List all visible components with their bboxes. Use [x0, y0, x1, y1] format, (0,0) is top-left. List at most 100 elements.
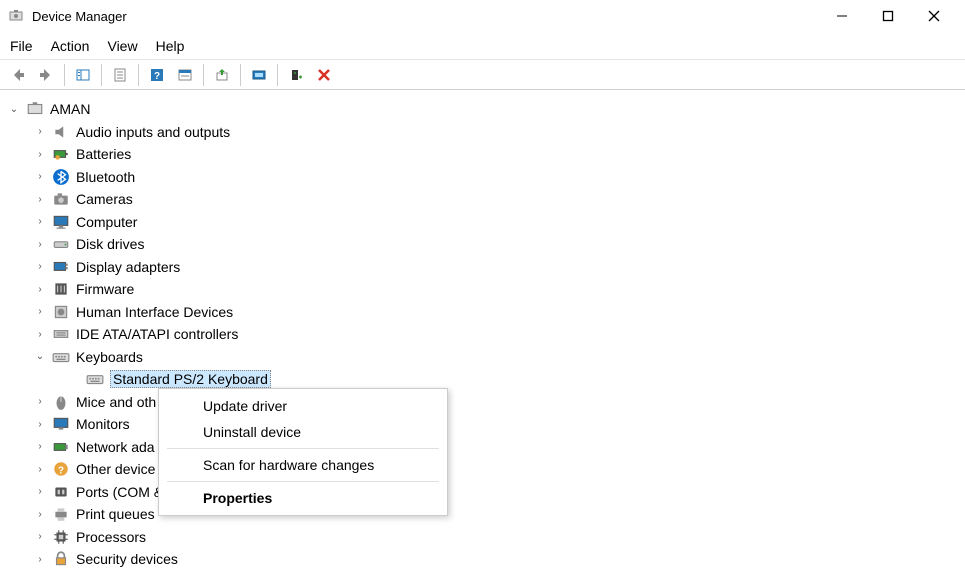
keyboard-icon	[86, 370, 104, 388]
tree-item-label-selected: Standard PS/2 Keyboard	[110, 370, 271, 388]
chevron-right-icon[interactable]: ›	[34, 238, 46, 250]
chevron-right-icon[interactable]: ›	[34, 216, 46, 228]
tree-item-ide[interactable]: › IDE ATA/ATAPI controllers	[6, 323, 965, 346]
chevron-right-icon[interactable]: ›	[34, 126, 46, 138]
tree-item-label: Firmware	[76, 281, 134, 297]
help-button[interactable]: ?	[143, 63, 171, 87]
ctx-separator	[167, 448, 439, 449]
printer-icon	[52, 505, 70, 523]
tree-item-monitors[interactable]: › Monitors	[6, 413, 965, 436]
computer-icon	[26, 100, 44, 118]
minimize-button[interactable]	[819, 0, 865, 32]
tree-item-disk[interactable]: › Disk drives	[6, 233, 965, 256]
tree-item-network[interactable]: › Network ada	[6, 436, 965, 459]
tree-item-label: Human Interface Devices	[76, 304, 233, 320]
chevron-right-icon[interactable]: ›	[34, 171, 46, 183]
show-hide-tree-button[interactable]	[69, 63, 97, 87]
window-controls	[819, 0, 957, 32]
add-hardware-button[interactable]	[282, 63, 310, 87]
desktop-icon	[52, 213, 70, 231]
chevron-right-icon[interactable]: ›	[34, 261, 46, 273]
tree-item-mice[interactable]: › Mice and oth	[6, 391, 965, 414]
chevron-right-icon[interactable]: ›	[34, 306, 46, 318]
tree-item-label: Ports (COM &	[76, 484, 163, 500]
tree-item-label: Disk drives	[76, 236, 144, 252]
chevron-right-icon[interactable]: ›	[34, 193, 46, 205]
tree-root[interactable]: ⌄ AMAN	[6, 98, 965, 121]
chevron-right-icon[interactable]: ›	[34, 283, 46, 295]
chevron-right-icon[interactable]: ›	[34, 553, 46, 565]
mouse-icon	[52, 393, 70, 411]
tree-item-label: Bluetooth	[76, 169, 135, 185]
tree-item-label: Audio inputs and outputs	[76, 124, 230, 140]
tree-item-processors[interactable]: › Processors	[6, 526, 965, 549]
tree-item-batteries[interactable]: › Batteries	[6, 143, 965, 166]
svg-text:?: ?	[154, 71, 160, 82]
tree-item-print[interactable]: › Print queues	[6, 503, 965, 526]
tree-item-display[interactable]: › Display adapters	[6, 256, 965, 279]
tree-item-audio[interactable]: › Audio inputs and outputs	[6, 121, 965, 144]
chevron-right-icon[interactable]: ›	[34, 463, 46, 475]
back-button[interactable]	[4, 63, 32, 87]
tree-item-firmware[interactable]: › Firmware	[6, 278, 965, 301]
tree-item-label: Processors	[76, 529, 146, 545]
tree-item-label: Security devices	[76, 551, 178, 567]
uninstall-button[interactable]	[310, 63, 338, 87]
chevron-right-icon[interactable]: ›	[34, 486, 46, 498]
toolbar-separator	[203, 64, 204, 86]
tree-item-label: Batteries	[76, 146, 131, 162]
window-title: Device Manager	[32, 9, 819, 24]
tree-item-label: Other device	[76, 461, 155, 477]
context-menu: Update driver Uninstall device Scan for …	[158, 388, 448, 516]
tree-item-cameras[interactable]: › Cameras	[6, 188, 965, 211]
tree-item-bluetooth[interactable]: › Bluetooth	[6, 166, 965, 189]
tree-item-label: Network ada	[76, 439, 155, 455]
chevron-right-icon[interactable]: ›	[34, 328, 46, 340]
ctx-uninstall[interactable]: Uninstall device	[159, 419, 447, 445]
menu-action[interactable]: Action	[51, 38, 90, 54]
tree-item-computer[interactable]: › Computer	[6, 211, 965, 234]
scan-hardware-button[interactable]	[245, 63, 273, 87]
forward-button[interactable]	[32, 63, 60, 87]
security-icon	[52, 550, 70, 568]
chevron-down-icon[interactable]: ⌄	[34, 351, 46, 363]
tree-item-label: Cameras	[76, 191, 133, 207]
tree-item-security[interactable]: › Security devices	[6, 548, 965, 571]
tree-item-label: Print queues	[76, 506, 155, 522]
tree-item-keyboards[interactable]: ⌄ Keyboards	[6, 346, 965, 369]
chevron-down-icon[interactable]: ⌄	[8, 103, 20, 115]
ctx-update-driver[interactable]: Update driver	[159, 393, 447, 419]
chevron-right-icon[interactable]: ›	[34, 148, 46, 160]
tree-item-label: Monitors	[76, 416, 130, 432]
tree-item-standard-keyboard[interactable]: Standard PS/2 Keyboard	[6, 368, 965, 391]
display-adapter-icon	[52, 258, 70, 276]
toolbar-separator	[240, 64, 241, 86]
menu-file[interactable]: File	[10, 38, 33, 54]
tree-item-hid[interactable]: › Human Interface Devices	[6, 301, 965, 324]
device-tree[interactable]: ⌄ AMAN › Audio inputs and outputs › Batt…	[0, 92, 965, 577]
chevron-right-icon[interactable]: ›	[34, 396, 46, 408]
tree-item-label: Computer	[76, 214, 137, 230]
tree-item-label: IDE ATA/ATAPI controllers	[76, 326, 238, 342]
update-driver-button[interactable]	[208, 63, 236, 87]
chevron-right-icon[interactable]: ›	[34, 441, 46, 453]
menu-help[interactable]: Help	[156, 38, 185, 54]
firmware-icon	[52, 280, 70, 298]
close-button[interactable]	[911, 0, 957, 32]
tree-item-other[interactable]: › ? Other device	[6, 458, 965, 481]
properties-button[interactable]	[106, 63, 134, 87]
titlebar: Device Manager	[0, 0, 965, 32]
chevron-right-icon[interactable]: ›	[34, 531, 46, 543]
ide-icon	[52, 325, 70, 343]
tree-item-ports[interactable]: › Ports (COM &	[6, 481, 965, 504]
menu-view[interactable]: View	[107, 38, 137, 54]
maximize-button[interactable]	[865, 0, 911, 32]
bluetooth-icon	[52, 168, 70, 186]
hid-icon	[52, 303, 70, 321]
toolbar-separator	[101, 64, 102, 86]
chevron-right-icon[interactable]: ›	[34, 418, 46, 430]
ctx-scan[interactable]: Scan for hardware changes	[159, 452, 447, 478]
ctx-properties[interactable]: Properties	[159, 485, 447, 511]
action-sheet-button[interactable]	[171, 63, 199, 87]
chevron-right-icon[interactable]: ›	[34, 508, 46, 520]
